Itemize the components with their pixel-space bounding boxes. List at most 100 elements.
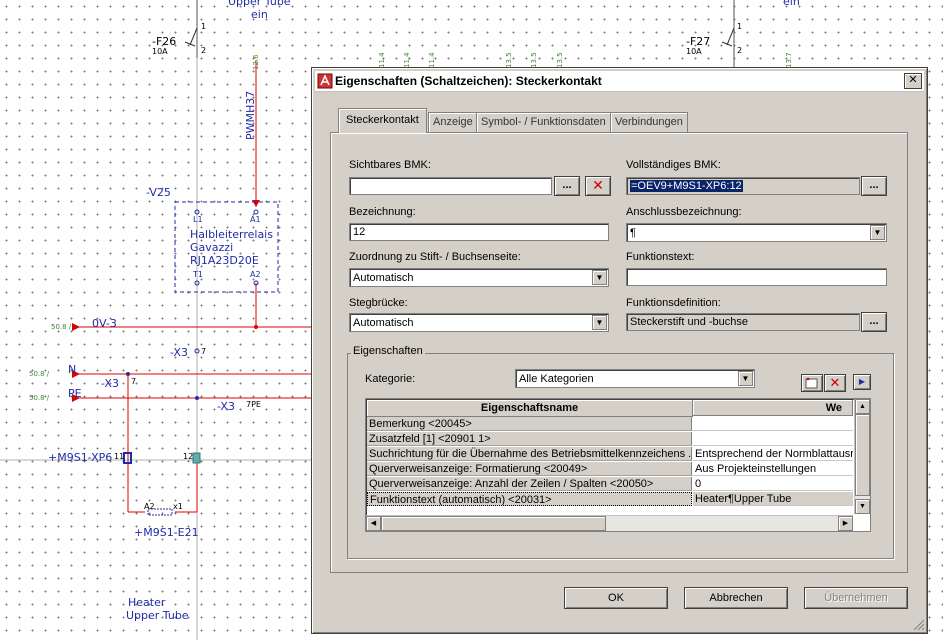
property-grid[interactable]: Eigenschaftsname We Bemerkung <20045> Zu… [365, 398, 871, 532]
scroll-thumb[interactable] [855, 414, 870, 496]
tab-symbol-funktionsdaten[interactable]: Symbol- / Funktionsdaten [476, 112, 611, 132]
relay-pin-a2: A2 [250, 270, 261, 279]
zuordnung-select[interactable]: Automatisch ▼ [349, 268, 609, 287]
anschluss-select[interactable]: ¶ ▼ [626, 223, 887, 242]
x3-label[interactable]: -X3 [170, 346, 188, 359]
tab-label: Anzeige [433, 116, 473, 128]
tab-steckerkontakt[interactable]: Steckerkontakt [338, 108, 427, 133]
resize-grip-icon[interactable] [913, 619, 925, 631]
row-name: Funktionstext (automatisch) <20031> [367, 492, 692, 506]
ref-mark: 11.4 [378, 52, 386, 68]
tab-anzeige[interactable]: Anzeige [428, 112, 478, 132]
chevron-down-icon[interactable]: ▼ [592, 315, 607, 330]
clear-icon[interactable]: ✕ [585, 176, 611, 196]
x3-label[interactable]: -X3 [101, 377, 119, 390]
col-header-name[interactable]: Eigenschaftsname [367, 400, 693, 417]
scroll-down-icon[interactable]: ▼ [855, 499, 870, 514]
row-value[interactable] [693, 417, 853, 431]
col-header-value[interactable]: We [693, 400, 853, 416]
ok-button[interactable]: OK [564, 587, 668, 609]
vollstaendiges-bmk-label: Vollständiges BMK: [626, 159, 721, 171]
pwm-ref: 12.6 [252, 54, 260, 70]
stegbruecke-select[interactable]: Automatisch ▼ [349, 313, 609, 332]
tab-label: Symbol- / Funktionsdaten [481, 116, 606, 128]
dialog-titlebar[interactable]: Eigenschaften (Schaltzeichen): Steckerko… [315, 71, 924, 92]
table-row[interactable]: Querverweisanzeige: Formatierung <20049>… [367, 462, 853, 477]
tab-verbindungen[interactable]: Verbindungen [610, 112, 688, 132]
sichtbares-bmk-browse-button[interactable]: ... [554, 176, 580, 196]
label-ein-left: ein [251, 8, 268, 21]
net-0v3[interactable]: 0V-3 [92, 317, 117, 330]
vertical-scrollbar[interactable]: ▲ ▼ [854, 399, 870, 514]
table-row[interactable]: Bemerkung <20045> [367, 417, 853, 432]
close-button[interactable]: ✕ [904, 73, 922, 89]
relay-line1: Halbleiterrelais [190, 228, 273, 241]
fuse-left-pin2: 2 [201, 46, 207, 55]
relay-pin-t1: T1 [193, 270, 203, 279]
net-pe[interactable]: PE [68, 387, 82, 400]
kategorie-select[interactable]: Alle Kategorien ▼ [515, 369, 755, 388]
row-value[interactable] [693, 432, 853, 446]
heater-tag[interactable]: +M9S1-E21 [134, 526, 199, 539]
ref-mark: 11.4 [428, 52, 436, 68]
net-ref: 50.8 / [51, 323, 72, 331]
relay-tag[interactable]: -V25 [146, 186, 171, 199]
table-row[interactable]: Zusatzfeld [1] <20901 1> [367, 432, 853, 447]
funktionsdef-browse-button[interactable]: ... [861, 312, 887, 332]
properties-dialog: Eigenschaften (Schaltzeichen): Steckerko… [311, 67, 928, 634]
delete-property-icon[interactable]: ✕ [824, 374, 846, 392]
row-value[interactable]: Aus Projekteinstellungen [693, 462, 853, 476]
x3-pin: 7 [201, 347, 207, 356]
fuse-right-pin1: 1 [737, 22, 743, 31]
net-ref: 50.8 / [29, 370, 50, 378]
bezeichnung-input[interactable]: 12 [349, 223, 609, 241]
vollstaendiges-bmk-browse-button[interactable]: ... [861, 176, 887, 196]
zuordnung-label: Zuordnung zu Stift- / Buchsenseite: [349, 251, 521, 263]
net-ref: 50.8 / [29, 394, 50, 402]
anschluss-label: Anschlussbezeichnung: [626, 206, 742, 218]
scroll-up-icon[interactable]: ▲ [855, 399, 870, 414]
x3-label[interactable]: -X3 [217, 400, 235, 413]
ref-mark: 13.5 [505, 52, 513, 68]
plug-tag[interactable]: +M9S1-XP6 [48, 451, 112, 464]
bezeichnung-label: Bezeichnung: [349, 206, 416, 218]
fuse-right-rating: 10A [686, 47, 702, 56]
fuse-left-rating: 10A [152, 47, 168, 56]
close-icon: ✕ [908, 74, 918, 86]
x3-pin: 7 [131, 377, 137, 386]
row-name: Suchrichtung für die Übernahme des Betri… [367, 447, 692, 461]
sichtbares-bmk-input[interactable] [349, 177, 552, 195]
cancel-button[interactable]: Abbrechen [684, 587, 788, 609]
row-name: Querverweisanzeige: Formatierung <20049> [367, 462, 692, 476]
chevron-down-icon[interactable]: ▼ [738, 371, 753, 386]
new-property-icon[interactable] [801, 374, 823, 392]
scroll-thumb[interactable] [381, 516, 606, 531]
play-arrow-icon[interactable]: ▶ [853, 374, 871, 390]
scroll-left-icon[interactable]: ◀ [366, 516, 381, 531]
chevron-down-icon[interactable]: ▼ [592, 270, 607, 285]
apply-button[interactable]: Übernehmen [804, 587, 908, 609]
horizontal-scrollbar[interactable]: ◀ ▶ [366, 515, 853, 531]
row-value[interactable]: Heater¶Upper Tube [693, 492, 853, 506]
x3-pin: 7PE [246, 400, 261, 409]
ref-mark: 13.7 [785, 52, 793, 68]
relay-line3: RJ1A23D20E [190, 254, 259, 267]
table-row-selected[interactable]: Funktionstext (automatisch) <20031> Heat… [367, 492, 853, 507]
row-value[interactable]: 0 [693, 477, 853, 491]
pwm-label[interactable]: PWMH37 [244, 91, 257, 140]
chevron-down-icon[interactable]: ▼ [870, 225, 885, 240]
tab-label: Steckerkontakt [346, 114, 419, 126]
scroll-right-icon[interactable]: ▶ [838, 516, 853, 531]
vollstaendiges-bmk-input[interactable]: =OEV9+M9S1-XP6:12 [626, 177, 860, 195]
relay-line2: Gavazzi [190, 241, 234, 254]
net-n[interactable]: N [68, 363, 76, 376]
relay-pin-a1: A1 [250, 215, 261, 224]
plug-pin2: 12 [183, 452, 194, 461]
funktionstext-input[interactable] [626, 268, 887, 286]
heater-pin-a: A2 [144, 502, 155, 511]
plug-pin1: 11 [114, 452, 125, 461]
funktionsdef-input[interactable]: Steckerstift und -buchse [626, 313, 860, 331]
row-value[interactable]: Entsprechend der Normblattausr [693, 447, 853, 461]
table-row[interactable]: Suchrichtung für die Übernahme des Betri… [367, 447, 853, 462]
table-row[interactable]: Querverweisanzeige: Anzahl der Zeilen / … [367, 477, 853, 492]
